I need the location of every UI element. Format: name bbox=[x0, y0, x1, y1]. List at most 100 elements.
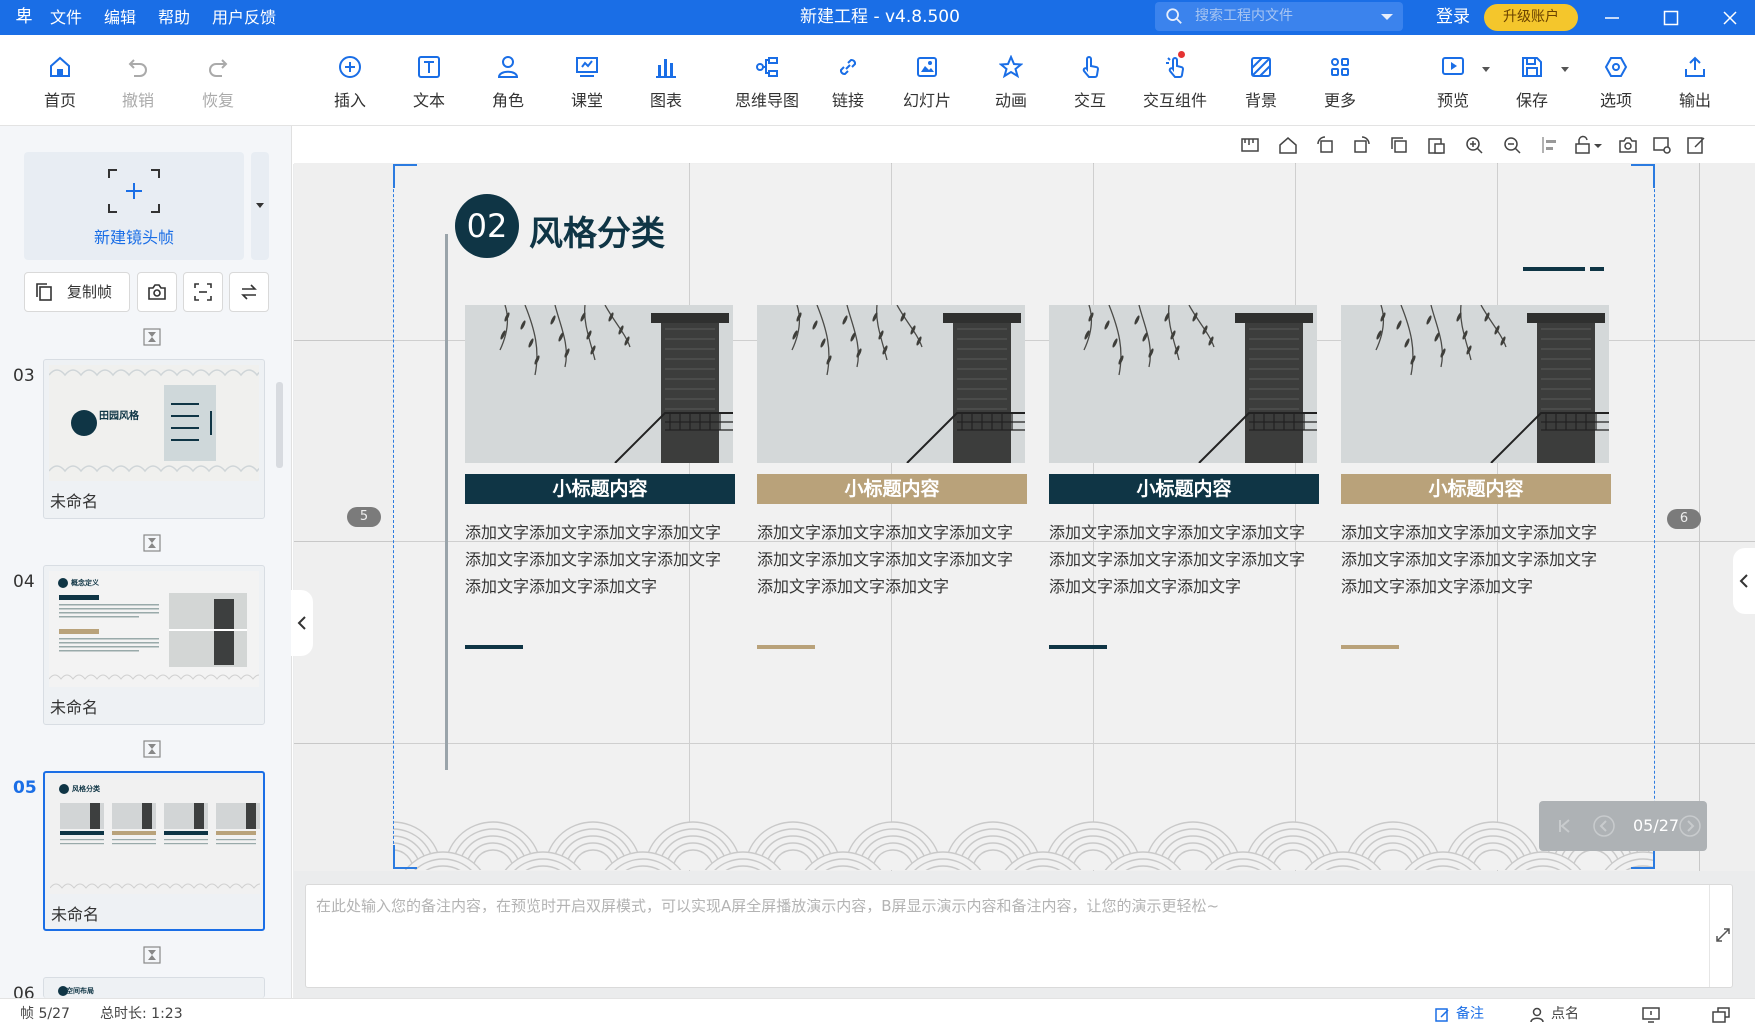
classroom-icon bbox=[576, 57, 598, 77]
transition-icon[interactable] bbox=[143, 946, 161, 964]
edit-icon[interactable] bbox=[1686, 135, 1706, 155]
align-left-icon[interactable] bbox=[1540, 135, 1560, 155]
duplicate-icon[interactable] bbox=[1389, 135, 1409, 155]
frame-status: 帧 5/27 bbox=[20, 1006, 70, 1022]
rollcall-button[interactable]: 点名 bbox=[1551, 999, 1579, 1029]
snapshot-button[interactable] bbox=[137, 272, 177, 312]
menu-feedback[interactable]: 用户反馈 bbox=[212, 0, 276, 35]
menu-help[interactable]: 帮助 bbox=[158, 0, 190, 35]
swap-icon bbox=[241, 284, 257, 300]
thumbnail-badge bbox=[58, 986, 68, 996]
home-view-icon[interactable] bbox=[1278, 135, 1298, 155]
screenshot-icon[interactable] bbox=[1618, 135, 1638, 155]
prev-frame-chip[interactable]: 5 bbox=[347, 507, 381, 527]
frame-thumbnail-05[interactable]: 风格分类 未命名 bbox=[43, 771, 265, 931]
frame-name[interactable]: 未命名 bbox=[50, 488, 98, 512]
transition-icon[interactable] bbox=[143, 534, 161, 552]
ruler-icon[interactable] bbox=[1240, 135, 1260, 155]
transition-icon[interactable] bbox=[143, 740, 161, 758]
thumbnail-title: 空间布局 bbox=[66, 987, 94, 995]
notes-icon[interactable] bbox=[1434, 1007, 1450, 1023]
search-dropdown-icon[interactable] bbox=[1381, 14, 1393, 20]
expand-icon[interactable] bbox=[1715, 927, 1731, 943]
frame-name[interactable]: 未命名 bbox=[50, 694, 98, 718]
classroom-button[interactable]: 课堂 bbox=[552, 55, 622, 115]
save-button[interactable]: 保存 bbox=[1497, 55, 1569, 115]
undo-button[interactable]: 撤销 bbox=[103, 55, 173, 115]
text-button[interactable]: 文本 bbox=[394, 55, 464, 115]
frame-corner-handle[interactable] bbox=[393, 164, 417, 188]
collapse-left-panel-button[interactable] bbox=[291, 590, 313, 656]
interact-widget-button[interactable]: 交互组件 bbox=[1135, 51, 1215, 115]
mindmap-icon bbox=[756, 57, 778, 77]
close-button[interactable] bbox=[1705, 0, 1755, 35]
frame-thumbnail-03[interactable]: 田园风格 未命名 bbox=[43, 359, 265, 519]
copy-icon bbox=[36, 283, 52, 301]
unlock-icon[interactable] bbox=[1573, 135, 1593, 155]
chevron-left-icon bbox=[1739, 574, 1748, 588]
insert-button[interactable]: 插入 bbox=[315, 55, 385, 115]
person-icon[interactable] bbox=[1529, 1007, 1545, 1023]
interact-button[interactable]: 交互 bbox=[1055, 55, 1125, 115]
redo-icon bbox=[209, 59, 228, 77]
copy-frame-button[interactable]: 复制帧 bbox=[24, 272, 130, 312]
frame-corner-handle[interactable] bbox=[1631, 164, 1655, 188]
menu-file[interactable]: 文件 bbox=[50, 0, 82, 35]
thumbnail-art bbox=[49, 571, 259, 687]
image-settings-icon[interactable] bbox=[1652, 135, 1672, 155]
transition-icon[interactable] bbox=[143, 328, 161, 346]
paste-icon[interactable] bbox=[1426, 135, 1446, 155]
frames-scrollbar[interactable] bbox=[276, 382, 283, 468]
slides-button[interactable]: 幻灯片 bbox=[892, 55, 962, 115]
text-icon bbox=[418, 56, 440, 78]
window-title: 新建工程 - v4.8.500 bbox=[800, 7, 960, 27]
home-button[interactable]: 首页 bbox=[25, 55, 95, 115]
export-button[interactable]: 输出 bbox=[1660, 55, 1730, 115]
first-frame-icon[interactable] bbox=[1553, 815, 1575, 837]
lock-dropdown-icon[interactable] bbox=[1593, 135, 1603, 155]
zoom-in-icon[interactable] bbox=[1464, 135, 1484, 155]
chart-button[interactable]: 图表 bbox=[631, 55, 701, 115]
save-dropdown-icon[interactable] bbox=[1561, 67, 1569, 72]
notes-toggle[interactable]: 备注 bbox=[1456, 999, 1484, 1029]
prev-frame-icon[interactable] bbox=[1593, 815, 1615, 837]
menu-edit[interactable]: 编辑 bbox=[104, 0, 136, 35]
swap-frame-button[interactable] bbox=[229, 272, 269, 312]
frame-name[interactable]: 未命名 bbox=[51, 901, 99, 925]
notes-input[interactable]: 在此处输入您的备注内容，在预览时开启双屏模式，可以实现A屏全屏播放演示内容，B屏… bbox=[305, 884, 1733, 988]
slide-stage[interactable]: 5 02 风格分类 小标题内容 添加文字添加文字添加文字添加文字 添加文字添加文… bbox=[294, 163, 1755, 871]
preview-button[interactable]: 预览 bbox=[1418, 55, 1490, 115]
search-input[interactable]: 搜索工程内文件 bbox=[1195, 2, 1293, 31]
fit-frame-button[interactable] bbox=[183, 272, 223, 312]
upgrade-button[interactable]: 升级账户 bbox=[1484, 4, 1578, 31]
background-icon bbox=[1251, 57, 1271, 77]
more-button[interactable]: 更多 bbox=[1305, 55, 1375, 115]
new-frame-dropdown[interactable] bbox=[251, 152, 269, 260]
preview-dropdown-icon[interactable] bbox=[1482, 67, 1490, 72]
rotate-right-icon[interactable] bbox=[1352, 135, 1372, 155]
maximize-button[interactable] bbox=[1646, 0, 1696, 35]
next-frame-icon[interactable] bbox=[1679, 815, 1701, 837]
search-box[interactable]: 搜索工程内文件 bbox=[1155, 2, 1403, 31]
login-button[interactable]: 登录 bbox=[1436, 0, 1470, 35]
frame-corner-handle[interactable] bbox=[393, 845, 417, 869]
notes-area: 在此处输入您的备注内容，在预览时开启双屏模式，可以实现A屏全屏播放演示内容，B屏… bbox=[293, 872, 1755, 998]
next-frame-chip[interactable]: 6 bbox=[1667, 509, 1701, 529]
new-frame-button[interactable]: 新建镜头帧 bbox=[24, 152, 244, 260]
animation-button[interactable]: 动画 bbox=[976, 55, 1046, 115]
zoom-out-icon[interactable] bbox=[1502, 135, 1522, 155]
redo-button[interactable]: 恢复 bbox=[183, 55, 253, 115]
screen-icon[interactable] bbox=[1642, 1007, 1660, 1023]
rotate-left-icon[interactable] bbox=[1315, 135, 1335, 155]
background-button[interactable]: 背景 bbox=[1226, 55, 1296, 115]
role-button[interactable]: 角色 bbox=[473, 55, 543, 115]
link-button[interactable]: 链接 bbox=[813, 55, 883, 115]
window-mode-icon[interactable] bbox=[1712, 1007, 1730, 1023]
expand-right-panel-button[interactable] bbox=[1733, 548, 1755, 614]
frame-thumbnail-04[interactable]: 概念定义 未命名 bbox=[43, 565, 265, 725]
thumbnail-preview: 概念定义 bbox=[49, 571, 259, 687]
options-button[interactable]: 选项 bbox=[1581, 55, 1651, 115]
frame-thumbnail-06[interactable]: 空间布局 bbox=[43, 977, 265, 998]
mindmap-button[interactable]: 思维导图 bbox=[722, 55, 812, 115]
minimize-button[interactable] bbox=[1587, 0, 1637, 35]
